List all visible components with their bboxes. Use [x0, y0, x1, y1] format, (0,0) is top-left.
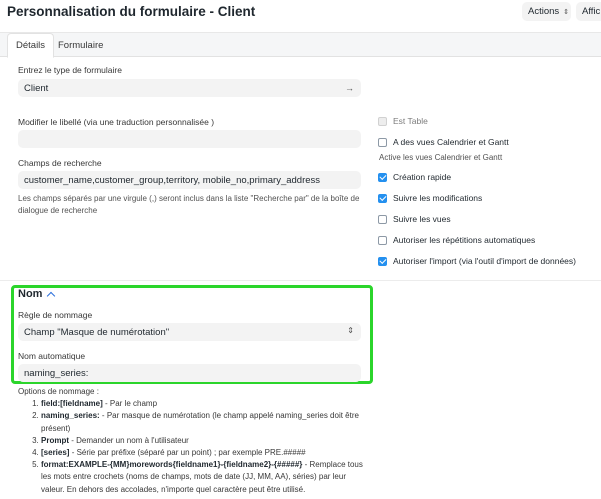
form-type-value: Client — [24, 82, 49, 94]
naming-option-text: - Série par préfixe (séparé par un point… — [69, 448, 306, 458]
naming-options-help: Options de nommage : field:[fieldname] -… — [18, 386, 363, 496]
track-views-label: Suivre les vues — [393, 214, 451, 224]
naming-option-key: format:EXAMPLE-{MM}morewords{fieldname1}… — [41, 460, 303, 470]
calendar-gantt-help: Active les vues Calendrier et Gantt — [379, 153, 503, 162]
auto-repeat-row[interactable]: Autoriser les répétitions automatiques — [378, 235, 535, 245]
allow-import-row[interactable]: Autoriser l'import (via l'outil d'import… — [378, 256, 576, 266]
track-changes-row[interactable]: Suivre les modifications — [378, 193, 482, 203]
search-fields-input[interactable]: customer_name,customer_group,territory, … — [18, 171, 361, 189]
naming-option: [series] - Série par préfixe (séparé par… — [41, 447, 363, 459]
form-type-input[interactable]: Client → — [18, 79, 361, 97]
autoname-value: naming_series: — [24, 367, 89, 379]
auto-repeat-checkbox[interactable] — [378, 235, 387, 245]
naming-option: naming_series: - Par masque de numérotat… — [41, 410, 363, 434]
is-table-label: Est Table — [393, 116, 428, 126]
calendar-gantt-label: A des vues Calendrier et Gantt — [393, 137, 509, 147]
track-changes-label: Suivre les modifications — [393, 193, 483, 203]
is-table-checkbox — [378, 116, 387, 126]
page-title: Personnalisation du formulaire - Client — [7, 4, 256, 19]
search-fields-help: Les champs séparés par une virgule (,) s… — [18, 194, 360, 215]
calendar-gantt-checkbox[interactable] — [378, 137, 387, 147]
arrow-right-icon[interactable]: → — [345, 83, 354, 93]
naming-option: Prompt - Demander un nom à l'utilisateur — [41, 435, 363, 447]
page-header: Personnalisation du formulaire - Client … — [0, 0, 601, 32]
quick-entry-row[interactable]: Création rapide — [378, 172, 451, 182]
quick-entry-checkbox[interactable] — [378, 172, 387, 182]
label-field-input[interactable] — [18, 130, 361, 148]
naming-option: field:[fieldname] - Par le champ — [41, 398, 363, 410]
naming-option-key: Prompt — [41, 435, 69, 445]
naming-options-title: Options de nommage : — [18, 387, 99, 396]
search-fields-label: Champs de recherche — [18, 158, 102, 168]
section-divider — [0, 280, 601, 281]
naming-rule-select[interactable]: Champ "Masque de numérotation" ⇕ — [18, 323, 361, 341]
allow-import-checkbox[interactable] — [378, 256, 387, 266]
tabs-bar: Détails Formulaire — [0, 32, 601, 58]
calendar-gantt-row[interactable]: A des vues Calendrier et Gantt — [378, 137, 509, 147]
tab-details[interactable]: Détails — [7, 33, 55, 58]
naming-option-text: - Demander un nom à l'utilisateur — [69, 435, 189, 445]
actions-label: Actions — [528, 6, 560, 17]
updown-caret-icon: ⇕ — [563, 8, 570, 16]
allow-import-label: Autoriser l'import (via l'outil d'import… — [393, 256, 576, 266]
naming-section-header[interactable]: Nom — [18, 288, 56, 301]
display-label: Affic — [582, 6, 601, 17]
naming-section-title: Nom — [18, 288, 43, 300]
tab-details-label: Détails — [16, 40, 46, 51]
auto-repeat-label: Autoriser les répétitions automatiques — [393, 235, 536, 245]
tab-form-label: Formulaire — [58, 39, 104, 51]
display-button[interactable]: Affic — [576, 2, 601, 21]
autoname-label: Nom automatique — [18, 351, 86, 361]
naming-rule-label: Règle de nommage — [18, 310, 93, 320]
actions-button[interactable]: Actions ⇕ — [522, 2, 571, 21]
track-changes-checkbox[interactable] — [378, 193, 387, 203]
track-views-row[interactable]: Suivre les vues — [378, 214, 451, 224]
chevron-up-icon[interactable] — [47, 291, 56, 301]
quick-entry-label: Création rapide — [393, 172, 452, 182]
naming-option-key: field:[fieldname] — [41, 399, 103, 409]
naming-option-key: [series] — [41, 448, 70, 458]
autoname-input[interactable]: naming_series: — [18, 364, 361, 382]
updown-caret-icon: ⇕ — [347, 326, 354, 335]
tab-form[interactable]: Formulaire — [50, 33, 111, 57]
naming-option: format:EXAMPLE-{MM}morewords{fieldname1}… — [41, 459, 363, 496]
naming-rule-value: Champ "Masque de numérotation" — [24, 326, 170, 338]
form-type-label: Entrez le type de formulaire — [18, 65, 122, 75]
search-fields-value: customer_name,customer_group,territory, … — [24, 174, 321, 186]
is-table-row: Est Table — [378, 116, 428, 126]
naming-option-text: - Par le champ — [102, 399, 158, 409]
naming-option-key: naming_series: — [41, 411, 100, 421]
naming-options-list: field:[fieldname] - Par le champ naming_… — [18, 398, 363, 496]
label-field-label: Modifier le libellé (via une traduction … — [18, 117, 215, 127]
track-views-checkbox[interactable] — [378, 214, 387, 224]
